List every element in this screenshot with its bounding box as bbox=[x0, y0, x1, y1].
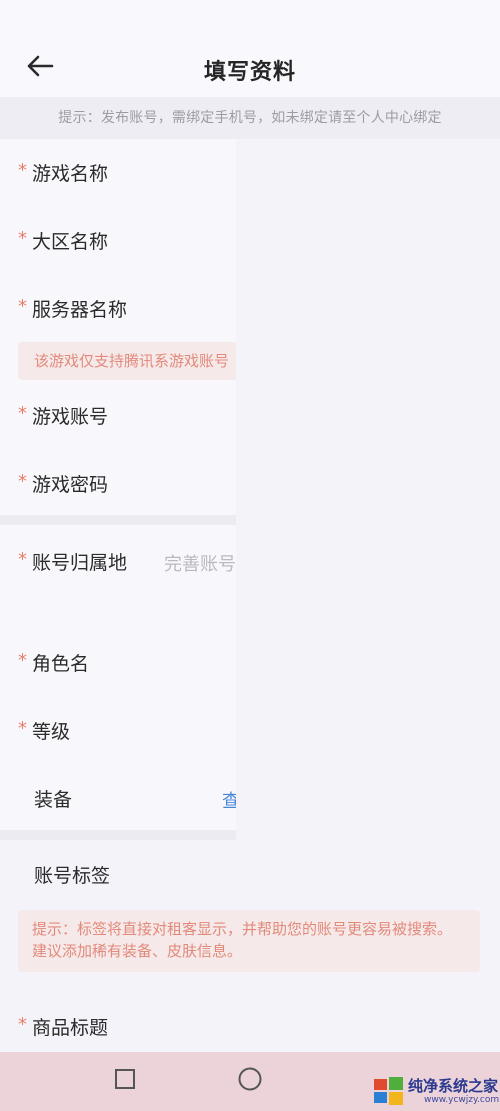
field-region-name[interactable]: * 大区名称 bbox=[0, 220, 108, 260]
header: 填写资料 bbox=[0, 0, 500, 97]
hint-bar: 提示：发布账号，需绑定手机号，如未绑定请至个人中心绑定 bbox=[0, 97, 500, 139]
circle-icon bbox=[237, 1066, 263, 1096]
required-mark: * bbox=[18, 402, 27, 424]
server-notice: 该游戏仅支持腾讯系游戏账号 bbox=[18, 342, 236, 380]
field-game-name[interactable]: * 游戏名称 bbox=[0, 152, 108, 192]
app-root: 填写资料 提示：发布账号，需绑定手机号，如未绑定请至个人中心绑定 * 游戏名称 … bbox=[0, 0, 500, 1111]
field-label: 服务器名称 bbox=[32, 298, 128, 321]
section-divider bbox=[0, 515, 236, 525]
watermark-url: www.ycwjzy.com bbox=[424, 1095, 500, 1105]
page-title: 填写资料 bbox=[203, 60, 296, 85]
field-equipment[interactable]: 装备 bbox=[0, 778, 72, 818]
recent-apps-button[interactable] bbox=[112, 1068, 138, 1094]
field-label: 账号归属地 bbox=[32, 551, 128, 574]
required-mark: * bbox=[18, 295, 27, 317]
field-game-password[interactable]: * 游戏密码 bbox=[0, 463, 108, 503]
required-mark: * bbox=[18, 1013, 27, 1035]
required-mark: * bbox=[18, 159, 27, 181]
field-label: 角色名 bbox=[32, 652, 90, 675]
field-account-tags[interactable]: 账号标签 bbox=[0, 854, 110, 894]
field-label: 游戏密码 bbox=[32, 473, 109, 496]
equipment-view-link[interactable]: 查 bbox=[222, 787, 236, 813]
windows-logo-icon bbox=[374, 1077, 404, 1109]
field-label: 大区名称 bbox=[32, 230, 109, 253]
home-button[interactable] bbox=[237, 1066, 263, 1096]
required-mark: * bbox=[18, 470, 27, 492]
watermark: 纯净系统之家 www.ycwjzy.com bbox=[372, 1073, 500, 1109]
account-location-value[interactable]: 完善账号 bbox=[164, 550, 236, 576]
field-label: 游戏账号 bbox=[32, 405, 109, 428]
section-divider bbox=[0, 830, 236, 840]
square-icon bbox=[114, 1068, 136, 1094]
field-label: 商品标题 bbox=[32, 1016, 109, 1039]
field-label: 游戏名称 bbox=[32, 162, 109, 185]
field-role-name[interactable]: * 角色名 bbox=[0, 642, 89, 682]
watermark-text: 纯净系统之家 bbox=[408, 1077, 499, 1095]
field-label: 账号标签 bbox=[34, 864, 111, 887]
required-mark: * bbox=[18, 717, 27, 739]
field-game-account[interactable]: * 游戏账号 bbox=[0, 395, 108, 435]
field-account-location[interactable]: * 账号归属地 bbox=[0, 541, 127, 581]
field-label: 装备 bbox=[34, 788, 73, 811]
field-level[interactable]: * 等级 bbox=[0, 710, 70, 750]
tags-notice: 提示：标签将直接对租客显示，并帮助您的账号更容易被搜索。建议添加稀有装备、皮肤信… bbox=[18, 910, 480, 972]
required-mark: * bbox=[18, 548, 27, 570]
required-mark: * bbox=[18, 649, 27, 671]
field-product-title[interactable]: * 商品标题 bbox=[0, 1006, 108, 1046]
required-mark: * bbox=[18, 227, 27, 249]
field-server-name[interactable]: * 服务器名称 bbox=[0, 288, 127, 328]
field-label: 等级 bbox=[32, 720, 71, 743]
